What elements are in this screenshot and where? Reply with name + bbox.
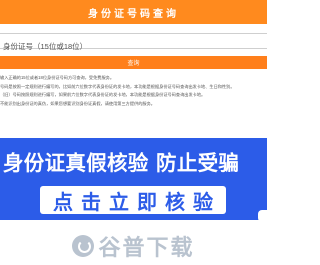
watermark-text: 谷普下载 <box>98 235 195 261</box>
instructions: 输入正确的15位或者18位身份证号码方可查询，受免费服务。 号码是按照一定规则进… <box>0 74 267 108</box>
id-number-input[interactable] <box>0 39 273 54</box>
instruction-line: 输入正确的15位或者18位身份证号码方可查询，受免费服务。 <box>0 75 115 80</box>
side-tab[interactable] <box>258 210 267 222</box>
banner-headline: 身份证真假核验 防止受骗 <box>3 151 240 175</box>
instruction-line: 号码是按照一定规则进行编写的，比如前六位数字代表身份证的发卡地，本功能是根据身份… <box>0 83 235 89</box>
query-button[interactable]: 查询 <box>0 56 267 69</box>
download-logo-icon <box>72 234 95 257</box>
page-header: 身份证号码查询 <box>0 0 267 24</box>
verify-now-label: 点击立即核验 <box>53 189 221 214</box>
instruction-line: （旧）号码按照规则进行编写，如果前六位数字代表身份证的发卡地，本功能是根据身份证… <box>0 92 206 98</box>
instruction-line: 不能识别出身份证的真伪，如果您想要识别身份证真假，请使用第三方提供的服务。 <box>0 100 155 106</box>
page-title: 身份证号码查询 <box>88 8 179 20</box>
id-number-field-wrapper <box>0 33 273 54</box>
watermark: 谷普下载 <box>0 226 267 265</box>
verify-now-button[interactable]: 点击立即核验 <box>40 186 226 214</box>
verify-ad-banner[interactable]: 身份证真假核验 防止受骗 点击立即核验 <box>0 138 267 220</box>
